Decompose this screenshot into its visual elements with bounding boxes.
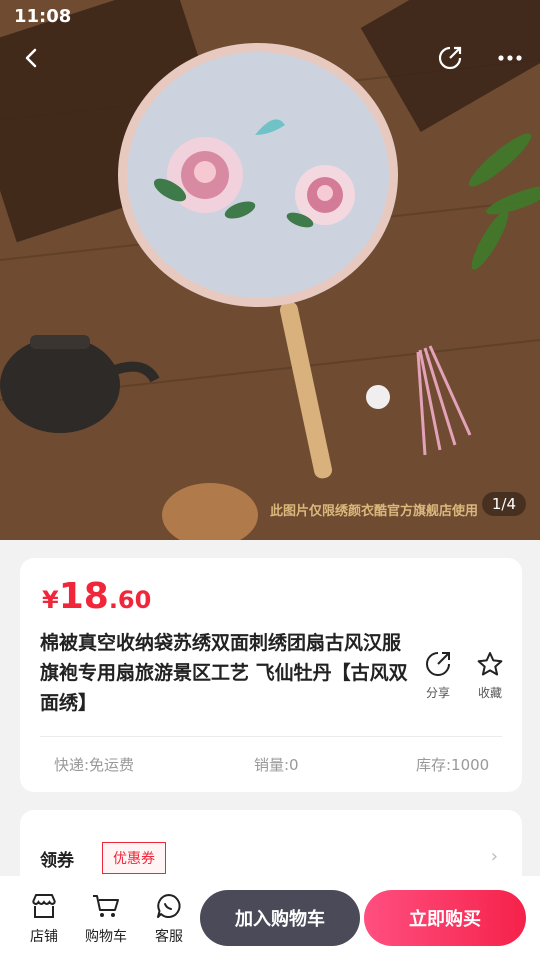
shop-button[interactable]: 店铺 [17,892,71,946]
add-to-cart-button[interactable]: 加入购物车 [200,890,360,946]
back-button[interactable] [12,38,52,78]
product-info-card: ¥18.60 棉被真空收纳袋苏绣双面刺绣团扇古风汉服旗袍专用扇旅游景区工艺 飞仙… [20,558,522,792]
more-button[interactable] [490,38,530,78]
price-integer: 18 [58,576,109,617]
service-label: 客服 [155,929,183,945]
service-button[interactable]: 客服 [142,892,196,946]
sales-count: 销量:0 [254,756,299,774]
product-gallery[interactable]: 11:08 此图片仅限绣颜衣酷官方旗舰店使用 1/4 [0,0,540,540]
gallery-counter: 1/4 [481,492,526,516]
shop-icon [32,894,56,918]
price-decimal: .60 [108,586,152,614]
cart-icon [93,895,119,917]
coupon-badge[interactable]: 优惠券 [102,842,166,874]
back-icon [25,48,37,68]
product-title: 棉被真空收纳袋苏绣双面刺绣团扇古风汉服旗袍专用扇旅游景区工艺 飞仙牡丹【古风双面… [40,632,408,714]
chevron-right-icon: › [490,846,498,867]
share-icon [426,652,450,676]
buy-now-button[interactable]: 立即购买 [364,890,526,946]
share-label: 分享 [425,686,450,700]
product-photo [0,0,540,540]
divider [40,736,502,737]
cart-button[interactable]: 购物车 [79,892,133,946]
favorite-button[interactable]: 收藏 [470,650,510,701]
star-icon [477,652,503,676]
coupon-label: 领券 [40,851,74,871]
shipping-info: 快递:免运费 [54,756,135,774]
chat-icon [157,894,181,918]
share-top-button[interactable] [430,38,470,78]
image-watermark: 此图片仅限绣颜衣酷官方旗舰店使用 [270,504,479,519]
share-icon [438,46,462,70]
price-currency: ¥ [42,586,59,614]
cart-label: 购物车 [85,929,127,945]
more-icon [498,55,522,61]
shop-label: 店铺 [30,929,58,945]
bottom-action-bar: 店铺 购物车 客服 加入购物车 立即购买 [0,876,540,960]
share-button[interactable]: 分享 [418,650,458,701]
favorite-label: 收藏 [477,686,502,700]
stock-count: 库存:1000 [416,756,490,774]
status-time: 11:08 [14,6,72,27]
product-price: ¥18.60 [42,576,151,617]
